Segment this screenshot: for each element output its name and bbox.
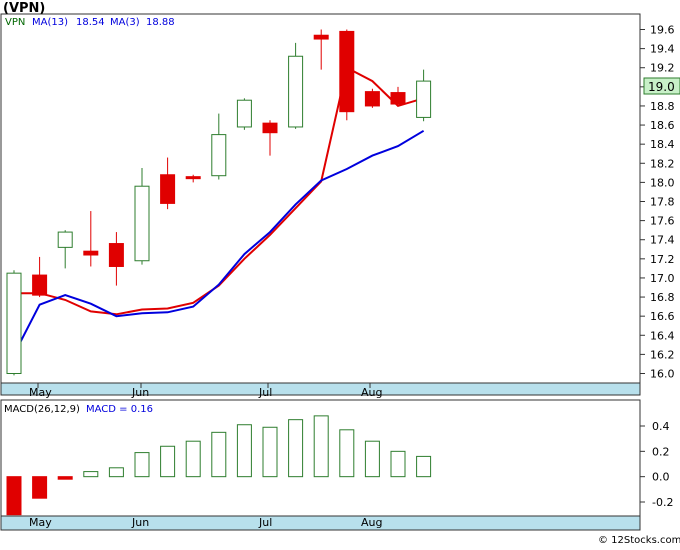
macd-bar: [32, 476, 48, 499]
month-label: Jul: [258, 386, 272, 399]
candle-body: [185, 176, 201, 180]
candle-body: [160, 174, 176, 204]
price-panel: [0, 13, 641, 396]
price-tick-label: 18.4: [650, 138, 675, 151]
macd-bar: [390, 450, 406, 478]
candle-body: [108, 243, 124, 267]
candle-body: [6, 272, 22, 374]
candle-body: [364, 91, 380, 107]
macd-bar: [108, 467, 124, 478]
candle-body: [57, 231, 73, 248]
macd-bar: [364, 440, 380, 478]
candle-body: [211, 134, 227, 177]
candle-body: [288, 55, 304, 128]
price-tick-label: 17.6: [650, 215, 675, 228]
macd-month-label: Jun: [131, 516, 149, 529]
date-axis-band: [0, 382, 641, 396]
price-tick-label: 17.0: [650, 272, 675, 285]
candle-body: [262, 122, 278, 134]
price-tick-label: 16.0: [650, 368, 675, 381]
price-tick-label: 17.2: [650, 253, 675, 266]
macd-bar: [339, 429, 355, 478]
macd-bar: [57, 476, 73, 480]
price-tick-label: 16.6: [650, 310, 675, 323]
macd-bar: [134, 452, 150, 478]
macd-bar: [288, 419, 304, 478]
macd-date-axis-band: [0, 515, 641, 531]
legend-symbol: VPN: [5, 17, 25, 28]
price-tick-label: 16.2: [650, 348, 675, 361]
price-tick-label: 17.8: [650, 196, 675, 209]
legend-ma13-label: MA(13): [32, 17, 68, 28]
candle-body: [83, 250, 99, 256]
macd-bar: [313, 415, 329, 478]
stock-chart: 19.6 19.4 19.2 18.8 18.6 18.4 18.2 18.0 17.8 17.6…: [0, 0, 680, 546]
macd-bar: [160, 445, 176, 478]
candle-body: [313, 34, 329, 40]
price-tick-label: 17.4: [650, 234, 675, 247]
macd-tick-label: 0.0: [652, 471, 670, 484]
macd-bar: [236, 424, 252, 478]
price-tick-label: 18.0: [650, 176, 675, 189]
month-label: May: [29, 386, 52, 399]
candle-body: [32, 274, 48, 296]
legend-ma3-value: 18.88: [146, 17, 175, 28]
month-label: Jun: [131, 386, 149, 399]
chart-title: (VPN): [3, 1, 45, 16]
last-price-label: 19.0: [648, 80, 675, 94]
price-tick-label: 18.6: [650, 119, 675, 132]
watermark: © 12Stocks.com: [598, 535, 680, 546]
macd-bar: [83, 471, 99, 478]
price-tick-label: 18.2: [650, 157, 675, 170]
macd-value-label: MACD = 0.16: [86, 404, 153, 415]
price-tick-label: 16.8: [650, 291, 675, 304]
macd-month-label: Aug: [361, 516, 382, 529]
month-label: Aug: [361, 386, 382, 399]
chart-canvas: 19.6 19.4 19.2 18.8 18.6 18.4 18.2 18.0 17.8 17.6…: [0, 1, 680, 546]
macd-bar: [211, 431, 227, 478]
macd-tick-label: -0.2: [652, 496, 673, 509]
candle-body: [416, 80, 432, 118]
candle-body: [390, 92, 406, 105]
macd-bar: [416, 455, 432, 478]
macd-month-label: Jul: [258, 516, 272, 529]
candle-body: [339, 30, 355, 113]
price-tick-label: 19.4: [650, 43, 675, 56]
macd-tick-label: 0.4: [652, 420, 670, 433]
price-tick-label: 19.2: [650, 62, 675, 75]
macd-label: MACD(26,12,9): [4, 404, 80, 415]
candle-body: [236, 99, 252, 128]
macd-tick-label: 0.2: [652, 445, 670, 458]
macd-bar: [185, 440, 201, 478]
price-tick-label: 19.6: [650, 24, 675, 37]
price-tick-label: 18.8: [650, 100, 675, 113]
legend-ma3-label: MA(3): [110, 17, 140, 28]
legend-ma13-value: 18.54: [76, 17, 105, 28]
candle-body: [134, 185, 150, 262]
macd-bar: [6, 476, 22, 516]
macd-month-label: May: [29, 516, 52, 529]
price-tick-label: 16.4: [650, 329, 675, 342]
macd-bar: [262, 426, 278, 478]
